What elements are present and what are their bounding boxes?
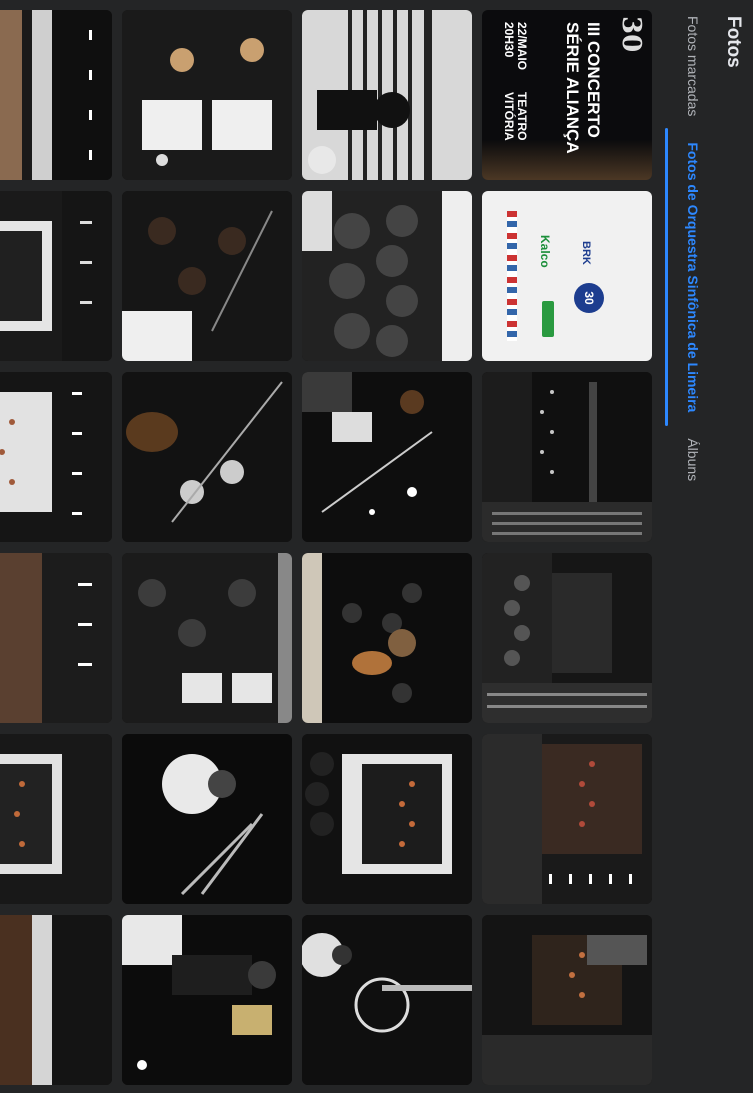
soloist-image <box>122 915 292 1085</box>
sponsor-strip <box>507 211 517 341</box>
musician-image <box>122 734 292 904</box>
photo-thumbnail-sponsors[interactable]: BRK 30 Kalco <box>482 191 652 361</box>
photo-thumbnail[interactable] <box>0 372 112 542</box>
photo-thumbnail[interactable] <box>302 553 472 723</box>
concert-hall-image <box>482 915 652 1085</box>
hall-wide-image <box>0 734 112 904</box>
audience-image <box>302 191 472 361</box>
photo-thumbnail[interactable] <box>302 734 472 904</box>
concert-hall-image <box>482 553 652 723</box>
orchestra-image <box>302 372 472 542</box>
poster-venue: TEATRO VITÓRIA <box>502 92 529 141</box>
sponsor-badge <box>542 301 554 337</box>
stage-image <box>302 734 472 904</box>
photo-thumbnail[interactable] <box>122 372 292 542</box>
photo-thumbnail[interactable] <box>482 372 652 542</box>
conductor-image <box>302 10 472 180</box>
photo-thumbnail[interactable] <box>0 553 112 723</box>
photo-thumbnail[interactable] <box>0 10 112 180</box>
hall-wide-image <box>0 10 112 180</box>
photo-thumbnail[interactable] <box>482 553 652 723</box>
sponsor-logo-brk: BRK <box>580 241 592 265</box>
hall-wide-image <box>0 915 112 1085</box>
photo-tabs: Fotos marcadas Fotos de Orquestra Sinfôn… <box>665 16 703 507</box>
photo-thumbnail[interactable] <box>302 915 472 1085</box>
poster-title-line2: SÉRIE ALIANÇA <box>563 22 582 154</box>
hall-wide-image <box>0 372 112 542</box>
tab-photos-of-page[interactable]: Fotos de Orquestra Sinfônica de Limeira <box>665 142 703 412</box>
anniversary-logo: 30 <box>616 16 646 53</box>
tab-albums[interactable]: Álbuns <box>665 438 703 481</box>
sponsor-logo-kalco: Kalco <box>538 235 552 268</box>
photo-thumbnail[interactable] <box>302 191 472 361</box>
photo-thumbnail[interactable] <box>482 915 652 1085</box>
photo-thumbnail[interactable] <box>302 10 472 180</box>
photo-thumbnail[interactable] <box>0 191 112 361</box>
sponsor-logo-30: 30 <box>574 283 604 313</box>
photo-thumbnail[interactable] <box>302 372 472 542</box>
photo-thumbnail-poster[interactable]: 30 III CONCERTO SÉRIE ALIANÇA 22/MAIO 20H… <box>482 10 652 180</box>
orchestra-image <box>122 191 292 361</box>
photo-grid: 30 III CONCERTO SÉRIE ALIANÇA 22/MAIO 20H… <box>0 10 652 1085</box>
orchestra-image <box>122 10 292 180</box>
photo-thumbnail[interactable] <box>0 915 112 1085</box>
photo-thumbnail[interactable] <box>122 553 292 723</box>
musician-image <box>302 915 472 1085</box>
hall-wide-image <box>0 553 112 723</box>
hall-wide-image <box>0 191 112 361</box>
concert-hall-image <box>482 734 652 904</box>
photo-thumbnail[interactable] <box>122 10 292 180</box>
photo-thumbnail[interactable] <box>122 915 292 1085</box>
tab-tagged-photos[interactable]: Fotos marcadas <box>665 16 703 116</box>
orchestra-image <box>122 553 292 723</box>
section-title: Fotos <box>723 16 744 68</box>
photo-thumbnail[interactable] <box>122 191 292 361</box>
photo-thumbnail[interactable] <box>0 734 112 904</box>
orchestra-image <box>302 553 472 723</box>
poster-title-line1: III CONCERTO <box>584 22 603 138</box>
concert-hall-image <box>482 372 652 542</box>
photo-thumbnail[interactable] <box>122 734 292 904</box>
photos-section: Fotos Fotos marcadas Fotos de Orquestra … <box>0 0 753 1093</box>
orchestra-image <box>122 372 292 542</box>
poster-date: 22/MAIO 20H30 <box>502 22 529 71</box>
photo-thumbnail[interactable] <box>482 734 652 904</box>
